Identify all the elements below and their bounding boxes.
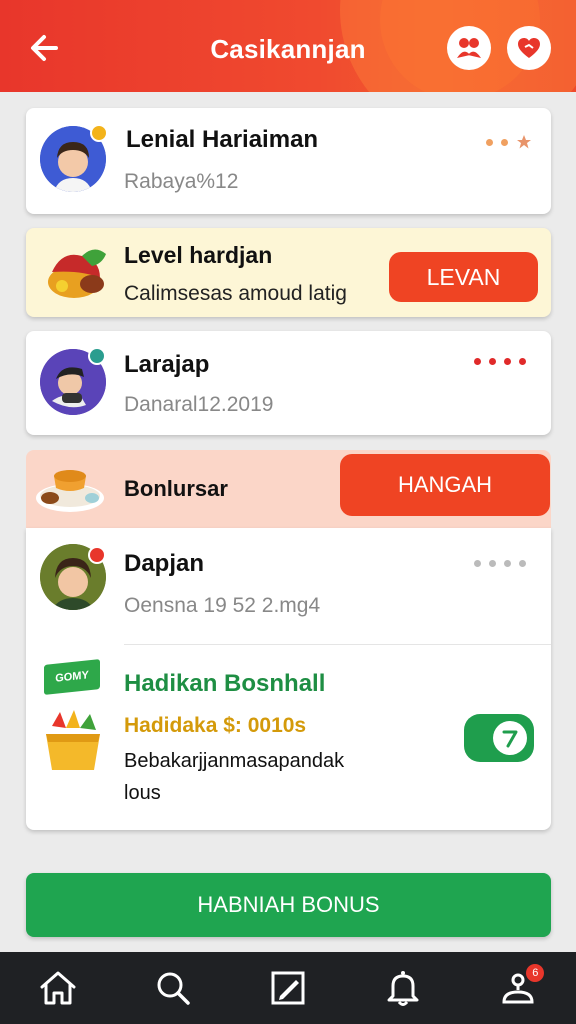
group-button[interactable] (447, 26, 491, 70)
promo-description-line1: Bebakarjjanmasapandak (124, 750, 345, 772)
status-badge (88, 546, 106, 564)
bonus-title: Bonlursar (124, 476, 228, 501)
food-basket-icon (42, 242, 112, 309)
promo-tag: GOMY (44, 659, 100, 695)
nav-edit[interactable] (256, 956, 320, 1020)
nav-search[interactable] (141, 956, 205, 1020)
divider (124, 644, 551, 645)
more-dots-star-icon[interactable] (486, 134, 532, 150)
promo-title: Hadikan Bosnhall (124, 670, 326, 697)
level-card[interactable]: Level hardjan Calimsesas amoud latig LEV… (26, 228, 551, 317)
nav-notifications[interactable] (371, 956, 435, 1020)
details-card: Dapjan Oensna 19 52 2.mg4 GOMY Hadikan B… (26, 528, 551, 830)
profile-name: Lenial Hariaiman (126, 126, 319, 153)
search-icon (157, 972, 190, 1005)
friend-card[interactable]: Larajap Danaral12.2019 (26, 331, 551, 435)
status-badge (90, 124, 108, 142)
friend-subtitle: Danaral12.2019 (124, 393, 274, 416)
level-title: Level hardjan (124, 242, 273, 268)
friend-name: Larajap (124, 351, 210, 378)
bottom-nav: 6 (0, 952, 576, 1024)
favorites-button[interactable] (507, 26, 551, 70)
food-bowl-icon (34, 458, 106, 521)
level-subtitle: Calimsesas amoud latig (124, 282, 347, 305)
promo-description-line2: lous (124, 782, 161, 804)
bell-icon (387, 971, 419, 1006)
user-name: Dapjan (124, 550, 205, 577)
home-icon (40, 971, 76, 1005)
levan-button[interactable]: LEVAN (389, 252, 538, 302)
gift-basket-icon (40, 708, 106, 783)
heart-icon (518, 38, 540, 58)
user-subtitle: Oensna 19 52 2.mg4 (124, 594, 321, 617)
edit-icon (271, 971, 305, 1005)
bonus-card[interactable]: Bonlursar HANGAH (26, 450, 551, 528)
profile-subtitle: Rabaya%12 (124, 170, 239, 193)
promo-amount: Hadidaka $: 0010s (124, 714, 307, 737)
nav-home[interactable] (26, 956, 90, 1020)
app-header: Casikannjan (0, 0, 576, 92)
more-dots-icon[interactable] (474, 358, 526, 365)
more-dots-icon[interactable] (474, 560, 526, 567)
status-badge (88, 347, 106, 365)
habniah-bonus-button[interactable]: HABNIAH BONUS (26, 873, 551, 937)
nav-profile[interactable]: 6 (486, 956, 550, 1020)
notification-badge: 6 (526, 964, 545, 982)
hangah-button[interactable]: HANGAH (340, 454, 550, 516)
group-icon (457, 38, 481, 58)
promo-action-button[interactable] (464, 714, 534, 762)
arrow-right-circle-icon (493, 721, 527, 755)
profile-card[interactable]: Lenial Hariaiman Rabaya%12 (26, 108, 551, 214)
